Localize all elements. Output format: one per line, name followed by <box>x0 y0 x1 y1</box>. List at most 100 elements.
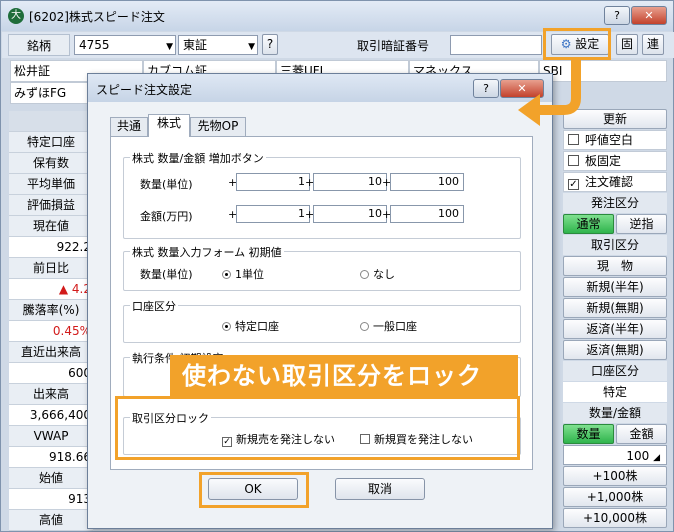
checkmark-icon[interactable]: ✓ <box>568 179 579 190</box>
radio-label: 一般口座 <box>373 320 417 333</box>
qty-increment-2-input[interactable]: 10 <box>313 173 387 191</box>
tab-futures-options[interactable]: 先物OP <box>190 117 246 136</box>
title-bar: 大 [6202]株式スピード注文 ? ✕ <box>1 1 673 31</box>
close-button[interactable]: ✕ <box>631 6 667 25</box>
trade-class-label: 取引区分 <box>563 235 667 255</box>
amount-increment-1-input[interactable]: 1 <box>236 205 310 223</box>
pin-input[interactable] <box>450 35 542 55</box>
account-class-label: 口座区分 <box>563 361 667 381</box>
group-title: 株式 数量入力フォーム 初期値 <box>130 244 284 260</box>
stepper-icon[interactable]: ◢ <box>653 453 660 463</box>
increment-button-group: 株式 数量/金額 増加ボタン 数量(単位) + 1 + 10 + 100 金額(… <box>123 150 521 239</box>
qty-unit-label: 数量(単位) <box>140 178 193 191</box>
symbol-label: 銘柄 <box>8 34 70 56</box>
field-label: VWAP <box>9 426 93 447</box>
radio-label: 1単位 <box>235 268 264 281</box>
spacer-row <box>9 111 93 132</box>
link-button[interactable]: 連 <box>642 34 664 55</box>
trade-repay-half-year-button[interactable]: 返済(半年) <box>563 319 667 339</box>
radio-specific-account[interactable]: 特定口座 <box>222 318 279 334</box>
add-10000-button[interactable]: +10,000株 <box>563 508 667 528</box>
field-label: 直近出来高 <box>9 342 93 363</box>
trade-new-half-year-button[interactable]: 新規(半年) <box>563 277 667 297</box>
field-label: 評価損益 <box>9 195 93 216</box>
field-label: 高値 <box>9 510 93 531</box>
qty-amount-toggle: 数量 金額 <box>563 424 667 444</box>
qty-increment-3-input[interactable]: 100 <box>390 173 464 191</box>
chevron-down-icon[interactable]: ▼ <box>248 38 255 56</box>
check-label: 板固定 <box>585 154 622 168</box>
help-button[interactable]: ? <box>604 6 630 25</box>
add-100-button[interactable]: +100株 <box>563 466 667 486</box>
field-value: 918.66 <box>9 447 93 468</box>
pin-label: 取引暗証番号 <box>357 39 430 53</box>
settings-highlight <box>543 28 611 60</box>
symbol-help-button[interactable]: ? <box>262 34 278 55</box>
order-stop-button[interactable]: 逆指 <box>616 214 667 234</box>
field-value: ▲ 4.2 <box>9 279 93 300</box>
trade-new-unlimited-button[interactable]: 新規(無期) <box>563 298 667 318</box>
radio-icon[interactable] <box>360 322 369 331</box>
account-class-value: 特定 <box>563 382 667 402</box>
qty-form-default-group: 株式 数量入力フォーム 初期値 数量(単位) 1単位 なし <box>123 244 521 291</box>
field-label: 保有数 <box>9 153 93 174</box>
field-label: 現在値 <box>9 216 93 237</box>
amount-mode-button[interactable]: 金額 <box>616 424 667 444</box>
field-label: 出来高 <box>9 384 93 405</box>
radio-one-unit[interactable]: 1単位 <box>222 266 264 282</box>
checkbox-icon[interactable] <box>568 155 579 166</box>
radio-none[interactable]: なし <box>360 266 395 282</box>
check-label: 注文確認 <box>585 175 634 189</box>
trade-repay-unlimited-button[interactable]: 返済(無期) <box>563 340 667 360</box>
qty-amount-label: 数量/金額 <box>563 403 667 423</box>
order-class-toggle: 通常 逆指 <box>563 214 667 234</box>
cancel-button[interactable]: 取消 <box>335 478 425 500</box>
qty-increment-1-input[interactable]: 1 <box>236 173 310 191</box>
order-confirm-checkbox[interactable]: ✓ 注文確認 <box>563 172 667 192</box>
field-value: 3,666,400 <box>9 405 93 426</box>
field-value: 922.2 <box>9 237 93 258</box>
field-value: 0.45% <box>9 321 93 342</box>
field-label: 平均単価 <box>9 174 93 195</box>
dialog-help-button[interactable]: ? <box>473 79 499 98</box>
field-label: 特定口座 <box>9 132 93 153</box>
symbol-code-value: 4755 <box>79 38 110 52</box>
chevron-down-icon[interactable]: ▼ <box>166 38 173 56</box>
field-value: 913 <box>9 489 93 510</box>
radio-selected-icon[interactable] <box>222 322 231 331</box>
add-1000-button[interactable]: +1,000株 <box>563 487 667 507</box>
symbol-code-input[interactable]: 4755 ▼ <box>74 35 176 55</box>
radio-general-account[interactable]: 一般口座 <box>360 318 417 334</box>
window-title: [6202]株式スピード注文 <box>29 10 165 24</box>
radio-selected-icon[interactable] <box>222 270 231 279</box>
amount-increment-3-input[interactable]: 100 <box>390 205 464 223</box>
annotation-callout: 使わない取引区分をロック <box>170 355 518 397</box>
dialog-title-bar: スピード注文設定 ? ✕ <box>88 74 552 102</box>
app-logo-icon: 大 <box>8 8 24 24</box>
field-label: 前日比 <box>9 258 93 279</box>
speed-order-settings-dialog: スピード注文設定 ? ✕ 共通 株式 先物OP 株式 数量/金額 増加ボタン 数… <box>87 73 553 529</box>
fixed-button[interactable]: 固 <box>616 34 638 55</box>
quantity-input[interactable]: 100 ◢ <box>563 445 667 465</box>
radio-icon[interactable] <box>360 270 369 279</box>
radio-label: なし <box>373 268 395 281</box>
order-normal-button[interactable]: 通常 <box>563 214 614 234</box>
trade-cash-button[interactable]: 現 物 <box>563 256 667 276</box>
qty-form-label: 数量(単位) <box>140 268 193 281</box>
check-label: 呼値空白 <box>585 133 634 147</box>
qty-mode-button[interactable]: 数量 <box>563 424 614 444</box>
board-fixed-checkbox[interactable]: 板固定 <box>563 151 667 171</box>
order-class-label: 発注区分 <box>563 193 667 213</box>
tab-common[interactable]: 共通 <box>110 117 148 136</box>
dialog-title: スピード注文設定 <box>96 83 193 97</box>
market-value: 東証 <box>183 38 208 52</box>
field-label: 騰落率(%) <box>9 300 93 321</box>
quantity-value: 100 <box>626 449 650 463</box>
account-class-group: 口座区分 特定口座 一般口座 <box>123 298 521 343</box>
lock-group-highlight <box>115 396 520 460</box>
ok-highlight <box>199 472 309 508</box>
amount-increment-2-input[interactable]: 10 <box>313 205 387 223</box>
tab-stock[interactable]: 株式 <box>148 114 190 137</box>
market-select[interactable]: 東証 ▼ <box>178 35 258 55</box>
field-label: 始値 <box>9 468 93 489</box>
